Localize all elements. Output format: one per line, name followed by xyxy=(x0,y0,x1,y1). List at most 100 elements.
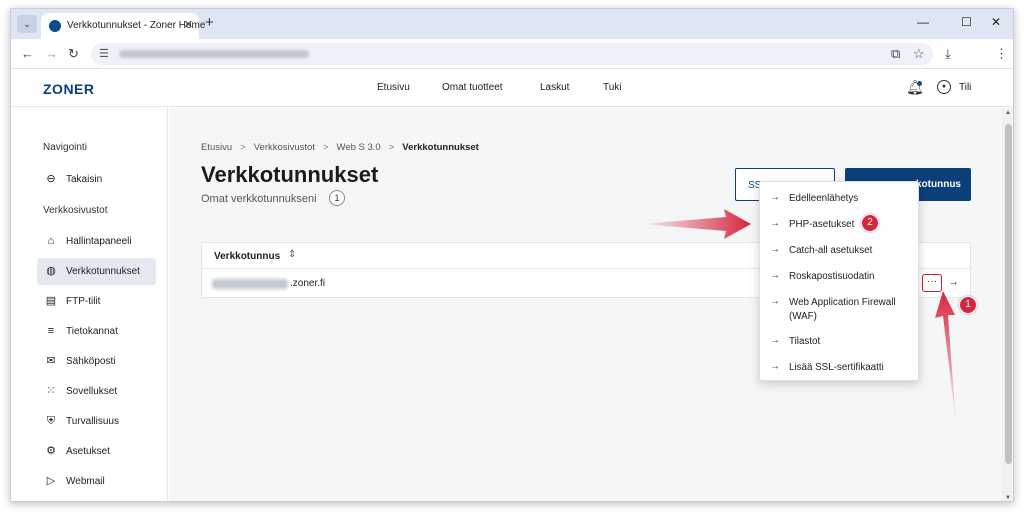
sidebar-item-label: Webmail xyxy=(66,476,105,487)
server-icon: ▤ xyxy=(45,295,57,307)
page-scrollbar[interactable]: ▲ ▼ xyxy=(1002,108,1013,501)
arrow-right-icon: → xyxy=(770,335,780,346)
breadcrumb-separator: > xyxy=(388,142,395,153)
sidebar-item-security[interactable]: ⛨ Turvallisuus xyxy=(37,408,156,435)
breadcrumb: Etusivu > Verkkosivustot > Web S 3.0 > Verkkot… xyxy=(201,142,479,153)
reload-icon[interactable]: ↻ xyxy=(68,46,79,62)
menu-item-label: Tilastot xyxy=(789,336,821,347)
tab-strip: ⌄ Verkkotunnukset - Zoner Home ✕ + — ☐ ✕ xyxy=(11,9,1013,39)
browser-window: ⌄ Verkkotunnukset - Zoner Home ✕ + — ☐ ✕… xyxy=(10,8,1014,502)
sidebar-item-webmail[interactable]: ▷ Webmail xyxy=(37,468,156,495)
sidebar-item-settings[interactable]: ⚙ Asetukset xyxy=(37,438,156,465)
breadcrumb-current: Verkkotunnukset xyxy=(402,142,479,153)
tab-search-button[interactable]: ⌄ xyxy=(17,15,37,33)
maximize-button[interactable]: ☐ xyxy=(961,15,972,29)
actions-dropdown-menu: → Edelleenlähetys → PHP-asetukset → Catc… xyxy=(759,181,919,381)
nav-laskut[interactable]: Laskut xyxy=(540,82,569,93)
url-text-redacted xyxy=(119,50,309,58)
menu-item-label: Web Application Firewall (WAF) xyxy=(789,297,896,322)
download-icon[interactable]: ⤓ xyxy=(945,46,951,62)
step-badge-2: 2 xyxy=(861,214,879,232)
sidebar-item-label: Takaisin xyxy=(66,174,103,185)
back-icon[interactable]: ← xyxy=(21,46,34,61)
scroll-down-icon[interactable]: ▼ xyxy=(1005,495,1011,501)
sidebar-heading-websites: Verkkosivustot xyxy=(43,205,108,216)
row-arrow-icon[interactable]: → xyxy=(948,276,959,288)
sidebar-item-label: Tietokannat xyxy=(66,326,118,337)
zoner-logo[interactable]: ZONER xyxy=(43,81,95,97)
sidebar-item-databases[interactable]: ≡ Tietokannat xyxy=(37,318,156,345)
arrow-right-icon: → xyxy=(770,361,780,372)
arrow-right-icon: → xyxy=(770,244,780,255)
database-icon: ≡ xyxy=(47,325,55,337)
column-header-domain[interactable]: Verkkotunnus xyxy=(214,251,280,262)
apps-icon: ⁙ xyxy=(46,385,56,397)
sidebar-item-email[interactable]: ✉ Sähköposti xyxy=(37,348,156,375)
breadcrumb-verkkosivustot[interactable]: Verkkosivustot xyxy=(254,142,315,153)
sidebar-heading-navigation: Navigointi xyxy=(43,142,87,153)
breadcrumb-separator: > xyxy=(240,142,246,153)
notification-dot xyxy=(917,81,922,86)
menu-item-label: Catch-all asetukset xyxy=(789,245,873,256)
arrow-right-icon: → xyxy=(770,270,780,281)
browser-tab[interactable]: Verkkotunnukset - Zoner Home ✕ xyxy=(41,13,205,39)
more-actions-button[interactable]: ··· xyxy=(922,274,942,292)
globe-icon: ◍ xyxy=(46,265,56,277)
page-subtitle: Omat verkkotunnukseni xyxy=(201,193,317,205)
page-title: Verkkotunnukset xyxy=(201,162,379,187)
close-window-button[interactable]: ✕ xyxy=(991,15,1001,29)
sidebar-item-label: Asetukset xyxy=(66,446,110,457)
mail-icon: ✉ xyxy=(46,355,56,367)
sidebar-item-label: Hallintapaneeli xyxy=(66,236,132,247)
favicon-icon xyxy=(49,20,61,32)
install-app-icon[interactable]: ⧉ xyxy=(891,46,900,62)
sidebar-item-label: Verkkotunnukset xyxy=(66,266,140,277)
user-icon[interactable]: ● xyxy=(937,80,951,94)
bookmark-star-icon[interactable]: ☆ xyxy=(913,46,925,62)
minimize-button[interactable]: — xyxy=(917,15,929,29)
arrow-right-icon: → xyxy=(770,192,780,203)
breadcrumb-web-s[interactable]: Web S 3.0 xyxy=(337,142,381,153)
new-tab-button[interactable]: + xyxy=(205,15,214,31)
gear-icon: ⚙ xyxy=(46,445,56,457)
sidebar-item-label: Sähköposti xyxy=(66,356,116,367)
account-link[interactable]: Tili xyxy=(959,82,971,93)
browser-toolbar: ← → ↻ ☰ ⧉ ☆ ⤓ ⋮ xyxy=(11,39,1013,69)
sidebar-item-domains[interactable]: ◍ Verkkotunnukset xyxy=(37,258,156,285)
home-icon: ⌂ xyxy=(47,235,55,247)
tab-close-icon[interactable]: ✕ xyxy=(184,18,193,31)
site-info-icon[interactable]: ☰ xyxy=(99,47,109,60)
nav-etusivu[interactable]: Etusivu xyxy=(377,82,410,93)
menu-item-label: Roskapostisuodatin xyxy=(789,271,875,282)
domain-name-redacted xyxy=(212,279,288,289)
sidebar-item-apps[interactable]: ⁙ Sovellukset xyxy=(37,378,156,405)
breadcrumb-separator: > xyxy=(322,142,329,153)
sidebar-item-ftp[interactable]: ▤ FTP-tilit xyxy=(37,288,156,315)
forward-icon[interactable]: → xyxy=(45,46,58,61)
nav-tuki[interactable]: Tuki xyxy=(603,82,622,93)
shield-icon: ⛨ xyxy=(46,415,56,427)
scroll-thumb[interactable] xyxy=(1005,124,1012,464)
step-badge-1: 1 xyxy=(959,296,977,314)
scroll-up-icon[interactable]: ▲ xyxy=(1005,110,1011,116)
menu-item-label: PHP-asetukset xyxy=(789,219,855,230)
sidebar-item-label: Turvallisuus xyxy=(66,416,119,427)
sidebar-item-dashboard[interactable]: ⌂ Hallintapaneeli xyxy=(37,228,156,255)
domain-suffix: .zoner.fi xyxy=(290,278,326,289)
nav-omat-tuotteet[interactable]: Omat tuotteet xyxy=(442,82,503,93)
menu-kebab-icon[interactable]: ⋮ xyxy=(995,46,1008,62)
arrow-right-icon: → xyxy=(770,296,780,307)
breadcrumb-etusivu[interactable]: Etusivu xyxy=(201,142,232,153)
menu-item-label: Edelleenlähetys xyxy=(789,193,859,204)
sort-icon[interactable]: ⇕ xyxy=(288,249,296,260)
site-header: ZONER Etusivu Omat tuotteet Laskut Tuki … xyxy=(11,69,1013,107)
add-domain-button-label: kotunnus xyxy=(916,179,961,190)
address-bar[interactable]: ☰ ⧉ ☆ xyxy=(91,43,933,65)
send-icon: ▷ xyxy=(46,475,56,487)
menu-item-label: Lisää SSL-sertifikaatti xyxy=(789,362,884,373)
sidebar-item-label: Sovellukset xyxy=(66,386,118,397)
circle-arrow-left-icon: ⊖ xyxy=(46,173,56,185)
sidebar: Navigointi ⊖ Takaisin Verkkosivustot ⌂ H… xyxy=(11,108,168,501)
sidebar-item-label: FTP-tilit xyxy=(66,296,101,307)
sidebar-item-back[interactable]: ⊖ Takaisin xyxy=(37,166,156,193)
